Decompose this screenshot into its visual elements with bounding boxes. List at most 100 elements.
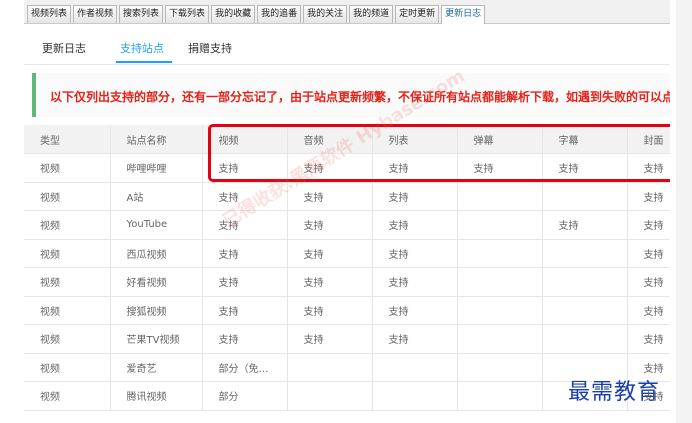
table-cell: 支持 bbox=[202, 267, 288, 297]
notice-text: 以下仅列出支持的部分，还有一部分忘记了，由于站点更新频繁，不保证所有站点都能解析… bbox=[50, 90, 670, 104]
table-cell: 支持 bbox=[372, 239, 458, 268]
table-cell: 支持 bbox=[372, 153, 458, 183]
table-cell: 视频 bbox=[24, 210, 111, 240]
column-header: 字幕 bbox=[542, 125, 628, 154]
table-cell bbox=[287, 353, 373, 382]
table-cell: 支持 bbox=[457, 153, 543, 183]
table-cell bbox=[542, 324, 628, 354]
table-cell: 支持 bbox=[542, 210, 628, 240]
column-header: 视频 bbox=[202, 125, 288, 154]
table-row: 视频 A站 支持 支持 支持 支持 bbox=[24, 182, 670, 211]
table-cell: 支持 bbox=[287, 324, 373, 354]
table-cell bbox=[457, 239, 543, 268]
table-cell: 支持 bbox=[287, 153, 373, 183]
table-cell: 视频 bbox=[24, 182, 111, 211]
table-cell: 支持 bbox=[287, 182, 373, 211]
table-cell: 视频 bbox=[24, 353, 111, 382]
table-cell: 芒果TV视频 bbox=[110, 324, 203, 354]
table-cell: 支持 bbox=[627, 210, 670, 240]
app-tab[interactable]: 我的收藏 bbox=[211, 5, 256, 23]
table-cell bbox=[457, 353, 543, 382]
table-row: 视频 YouTube 支持 支持 支持 支持 支持 bbox=[24, 210, 670, 240]
table-cell bbox=[287, 381, 373, 411]
app-tab[interactable]: 我的关注 bbox=[303, 5, 348, 23]
table-cell: 支持 bbox=[202, 182, 288, 211]
table-cell: 部分 bbox=[202, 381, 288, 411]
table-cell bbox=[457, 267, 543, 297]
active-subtab-indicator bbox=[116, 61, 172, 63]
table-row: 视频 搜狐视频 支持 支持 支持 支持 bbox=[24, 296, 670, 325]
table-cell: 支持 bbox=[287, 267, 373, 297]
column-header: 列表 bbox=[372, 125, 458, 154]
table-cell: 支持 bbox=[202, 239, 288, 268]
subtab-changelog[interactable]: 更新日志 bbox=[42, 40, 86, 56]
table-cell: 爱奇艺 bbox=[110, 353, 203, 382]
table-cell: 支持 bbox=[372, 182, 458, 211]
table-cell: 支持 bbox=[287, 296, 373, 325]
subtab-supported-sites[interactable]: 支持站点 bbox=[120, 40, 164, 56]
table-cell bbox=[542, 239, 628, 268]
table-cell bbox=[457, 210, 543, 240]
table-cell: 支持 bbox=[202, 296, 288, 325]
table-cell: 哔哩哔哩 bbox=[110, 153, 203, 183]
table-cell bbox=[542, 267, 628, 297]
table-cell: 支持 bbox=[287, 210, 373, 240]
table-cell bbox=[542, 296, 628, 325]
table-cell: 视频 bbox=[24, 324, 111, 354]
table-cell: 支持 bbox=[627, 182, 670, 211]
table-cell: 视频 bbox=[24, 239, 111, 268]
notice-box: 以下仅列出支持的部分，还有一部分忘记了，由于站点更新频繁，不保证所有站点都能解析… bbox=[32, 73, 670, 117]
table-cell: 支持 bbox=[627, 296, 670, 325]
app-tab[interactable]: 定时更新 bbox=[395, 5, 440, 23]
table-cell: 视频 bbox=[24, 153, 111, 183]
table-body: 视频 哔哩哔哩 支持 支持 支持 支持 支持 支持 视频 A站 支持 支持 支持 支持 视频 YouTube 支… bbox=[24, 153, 670, 411]
app-tab[interactable]: 更新日志 bbox=[441, 5, 486, 24]
table-header-row: 类型 站点名称 视频 音频 列表 弹幕 字幕 封面 bbox=[24, 125, 670, 154]
scrollbar[interactable] bbox=[676, 0, 692, 423]
table-row: 视频 西瓜视频 支持 支持 支持 支持 bbox=[24, 239, 670, 268]
app-tab[interactable]: 我的频道 bbox=[349, 5, 394, 23]
app-tab-bar: 视频列表 作者视频 搜索列表 下载列表 我的收藏 我的追番 我的关注 我的频道 定时更新 更新日志 bbox=[24, 0, 670, 24]
subtab-donate[interactable]: 捐赠支持 bbox=[188, 40, 232, 56]
table-cell: YouTube bbox=[110, 210, 203, 240]
app-tab[interactable]: 下载列表 bbox=[165, 5, 210, 23]
table-cell: 支持 bbox=[372, 324, 458, 354]
table-cell: 西瓜视频 bbox=[110, 239, 203, 268]
table-cell bbox=[457, 381, 543, 411]
table-cell: 支持 bbox=[202, 153, 288, 183]
table-row: 视频 好看视频 支持 支持 支持 支持 bbox=[24, 267, 670, 297]
app-tab[interactable]: 作者视频 bbox=[73, 5, 118, 23]
table-cell: 支持 bbox=[542, 153, 628, 183]
table-cell bbox=[372, 381, 458, 411]
table-cell: 支持 bbox=[287, 239, 373, 268]
table-cell: 支持 bbox=[627, 267, 670, 297]
column-header: 类型 bbox=[24, 125, 111, 154]
table-cell bbox=[372, 353, 458, 382]
table-cell: 支持 bbox=[627, 324, 670, 354]
table-cell: 视频 bbox=[24, 296, 111, 325]
table-cell: 支持 bbox=[372, 267, 458, 297]
table-cell: 视频 bbox=[24, 267, 111, 297]
app-tab[interactable]: 搜索列表 bbox=[119, 5, 164, 23]
table-cell bbox=[457, 296, 543, 325]
sub-tab-nav: 更新日志 支持站点 捐赠支持 bbox=[24, 24, 670, 65]
column-header: 站点名称 bbox=[110, 125, 203, 154]
table-cell: 支持 bbox=[372, 210, 458, 240]
table-cell: 支持 bbox=[372, 296, 458, 325]
table-cell: A站 bbox=[110, 182, 203, 211]
table-row: 视频 芒果TV视频 支持 支持 支持 支持 bbox=[24, 324, 670, 354]
table-cell: 搜狐视频 bbox=[110, 296, 203, 325]
supported-sites-table: 类型 站点名称 视频 音频 列表 弹幕 字幕 封面 视频 哔哩哔哩 支持 支持 支持 支持 支持 支持 视频 A… bbox=[24, 125, 670, 411]
table-cell: 部分（免… bbox=[202, 353, 288, 382]
app-tab[interactable]: 视频列表 bbox=[27, 5, 72, 23]
app-tab[interactable]: 我的追番 bbox=[257, 5, 302, 23]
table-cell bbox=[457, 324, 543, 354]
table-cell: 支持 bbox=[202, 324, 288, 354]
column-header: 封面 bbox=[627, 125, 670, 154]
table-cell bbox=[542, 182, 628, 211]
table-row: 视频 哔哩哔哩 支持 支持 支持 支持 支持 支持 bbox=[24, 153, 670, 183]
table-cell: 支持 bbox=[627, 153, 670, 183]
table-cell: 好看视频 bbox=[110, 267, 203, 297]
column-header: 弹幕 bbox=[457, 125, 543, 154]
table-cell: 视频 bbox=[24, 381, 111, 411]
